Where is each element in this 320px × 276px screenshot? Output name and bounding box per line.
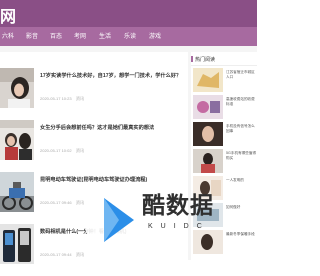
watermark-subtext: KUIDC [148, 223, 210, 230]
sidebar-item-title[interactable]: 江苏省宿迁市城区人口 [226, 70, 256, 85]
sidebar-heading: 热门阅读 [195, 57, 216, 63]
article-tag[interactable]: 资讯 [76, 252, 84, 257]
main-nav: 六科 影音 百态 考网 生活 乐读 游戏 [0, 27, 257, 46]
nav-item-5[interactable]: 生活 [99, 31, 111, 40]
sidebar-item[interactable]: 高速收费站的收费标准 [191, 95, 257, 121]
article-date: 2020-05-17 10:02 [40, 148, 72, 153]
article-title[interactable]: 昆明电动车驾驶证(昆明电动车驾驶证办理流程) [40, 176, 186, 183]
article-tag[interactable]: 资讯 [76, 200, 84, 205]
nav-item-3[interactable]: 百态 [50, 31, 62, 40]
article-meta: 2020-05-17 10:02 资讯 [40, 148, 84, 154]
article-tag[interactable]: 资讯 [76, 148, 84, 153]
sidebar-item-title[interactable]: 手机没有信号怎么回事 [226, 124, 256, 139]
site-logo[interactable]: 网 [0, 3, 17, 27]
sidebar-thumbnail[interactable] [193, 95, 223, 119]
article-item[interactable]: 17岁实读学什么技术好，自17岁，想学一门技术，学什么好？ 2020-05-17… [0, 68, 188, 120]
article-thumbnail[interactable] [0, 120, 34, 160]
play-logo-icon [84, 190, 144, 250]
nav-item-2[interactable]: 影音 [26, 31, 38, 40]
article-thumbnail[interactable] [0, 68, 34, 108]
sidebar-item-title[interactable]: 5G手机有哪些值得购买 [226, 151, 256, 166]
watermark: 酷数据 KUIDC [84, 186, 257, 260]
article-thumbnail[interactable] [0, 172, 34, 212]
sidebar-item[interactable]: 手机没有信号怎么回事 [191, 122, 257, 148]
article-meta: 2020-05-17 09:44 资讯 [40, 252, 84, 258]
article-title[interactable]: 17岁实读学什么技术好，自17岁，想学一门技术，学什么好？ [40, 72, 186, 79]
nav-item-7[interactable]: 游戏 [149, 31, 161, 40]
sidebar-thumbnail[interactable] [193, 68, 223, 92]
article-item[interactable]: 女生分手后会想前任吗？这才是她们最真实的想法 2020-05-17 10:02 … [0, 120, 188, 172]
sidebar-item-title[interactable]: 高速收费站的收费标准 [226, 97, 256, 112]
sidebar-thumbnail[interactable] [193, 149, 223, 173]
sidebar-accent [191, 56, 193, 62]
article-title[interactable]: 女生分手后会想前任吗？这才是她们最真实的想法 [40, 124, 186, 131]
site-header: 网 [0, 0, 257, 27]
article-date: 2020-05-17 09:46 [40, 200, 72, 205]
article-thumbnail[interactable] [0, 224, 34, 264]
watermark-text: 酷数据 [142, 192, 214, 218]
article-tag[interactable]: 资讯 [76, 96, 84, 101]
sidebar-thumbnail[interactable] [193, 122, 223, 146]
sidebar-item[interactable]: 江苏省宿迁市城区人口 [191, 68, 257, 94]
article-date: 2020-05-17 10:23 [40, 96, 72, 101]
article-date: 2020-05-17 09:44 [40, 252, 72, 257]
nav-item-4[interactable]: 考网 [74, 31, 86, 40]
nav-item-1[interactable]: 六科 [2, 31, 14, 40]
article-meta: 2020-05-17 09:46 资讯 [40, 200, 84, 206]
sidebar-item[interactable]: 5G手机有哪些值得购买 [191, 149, 257, 175]
divider [191, 65, 257, 66]
nav-item-6[interactable]: 乐读 [124, 31, 136, 40]
article-meta: 2020-05-17 10:23 资讯 [40, 96, 84, 102]
